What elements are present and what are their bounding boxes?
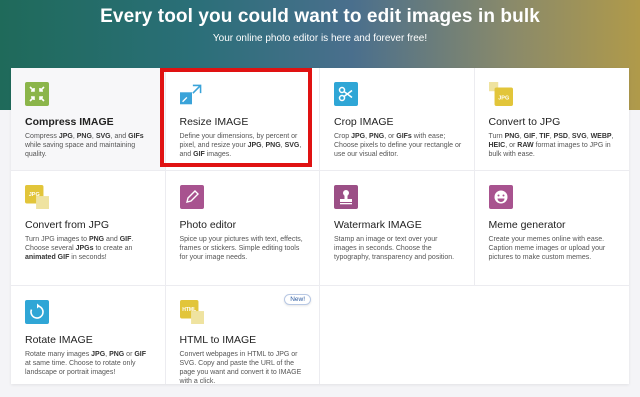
tool-title: Compress IMAGE <box>25 116 114 128</box>
pencil-icon <box>179 185 204 209</box>
tool-title: Crop IMAGE <box>334 116 394 128</box>
tool-card-crop[interactable]: Crop IMAGE Crop JPG, PNG, or GIFs with ea… <box>320 68 475 171</box>
tool-description: Turn JPG images to PNG and GIF. Choose s… <box>25 236 134 261</box>
tool-card-compress[interactable]: Compress IMAGE Compress JPG, PNG, SVG, an… <box>11 68 166 171</box>
tool-title: HTML to IMAGE <box>179 334 257 346</box>
tool-title: Resize IMAGE <box>179 116 249 128</box>
hero-title: Every tool you could want to edit images… <box>100 6 540 27</box>
tool-card-convert-from-jpg[interactable]: JPG Convert from JPG Turn JPG images to PN… <box>11 171 166 286</box>
tool-description: Define your dimensions, by percent or pi… <box>179 133 302 158</box>
smile-icon <box>488 185 513 209</box>
tool-description: Rotate many images JPG, PNG or GIF at sa… <box>25 351 147 376</box>
tool-description: Compress JPG, PNG, SVG, and GIFs while s… <box>25 133 144 158</box>
compress-icon <box>25 82 49 106</box>
tool-description: Stamp an image or text over your images … <box>334 236 455 261</box>
tool-card-photo-editor[interactable]: Photo editor Spice up your pictures with … <box>165 171 320 286</box>
stamp-icon <box>334 185 358 209</box>
tool-description: Crop JPG, PNG, or GIFs with ease; Choose… <box>334 133 462 158</box>
tool-title: Convert from JPG <box>25 219 110 231</box>
html-icon: HTML <box>179 300 204 324</box>
svg-text:JPG: JPG <box>498 96 509 102</box>
tool-title: Rotate IMAGE <box>25 334 93 346</box>
tool-description: Create your memes online with ease. Capt… <box>488 236 606 261</box>
tool-title: Convert to JPG <box>488 116 561 128</box>
tool-card-convert-to-jpg[interactable]: JPG Convert to JPG Turn PNG, GIF, TIF, PSD… <box>474 68 629 171</box>
scissors-icon <box>334 82 358 106</box>
tool-card-rotate[interactable]: Rotate IMAGE Rotate many images JPG, PNG … <box>11 286 166 384</box>
jpg-convert-icon: JPG <box>25 185 49 209</box>
svg-text:JPG: JPG <box>29 192 40 198</box>
jpg-icon: JPG <box>488 82 513 106</box>
tool-description: Turn PNG, GIF, TIF, PSD, SVG, WEBP, HEIC… <box>488 133 614 158</box>
svg-text:HTML: HTML <box>182 307 196 313</box>
resize-icon <box>179 82 204 106</box>
tool-title: Watermark IMAGE <box>334 219 422 231</box>
tool-title: Meme generator <box>488 219 566 231</box>
new-badge: New! <box>284 294 311 305</box>
tool-card-html-to-image[interactable]: HTML HTML to IMAGE Convert webpages in HTM… <box>165 286 320 385</box>
tool-title: Photo editor <box>179 219 237 231</box>
tool-description: Convert webpages in HTML to JPG or SVG. … <box>179 351 302 385</box>
tool-card-meme[interactable]: Meme generator Create your memes online w… <box>474 171 629 286</box>
tool-description: Spice up your pictures with text, effect… <box>179 236 303 261</box>
tool-card-watermark[interactable]: Watermark IMAGE Stamp an image or text ov… <box>320 171 475 286</box>
hero-subtitle: Your online photo editor is here and for… <box>212 33 428 44</box>
rotate-icon <box>25 300 49 324</box>
tool-card-resize[interactable]: Resize IMAGE Define your dimensions, by p… <box>165 68 320 171</box>
